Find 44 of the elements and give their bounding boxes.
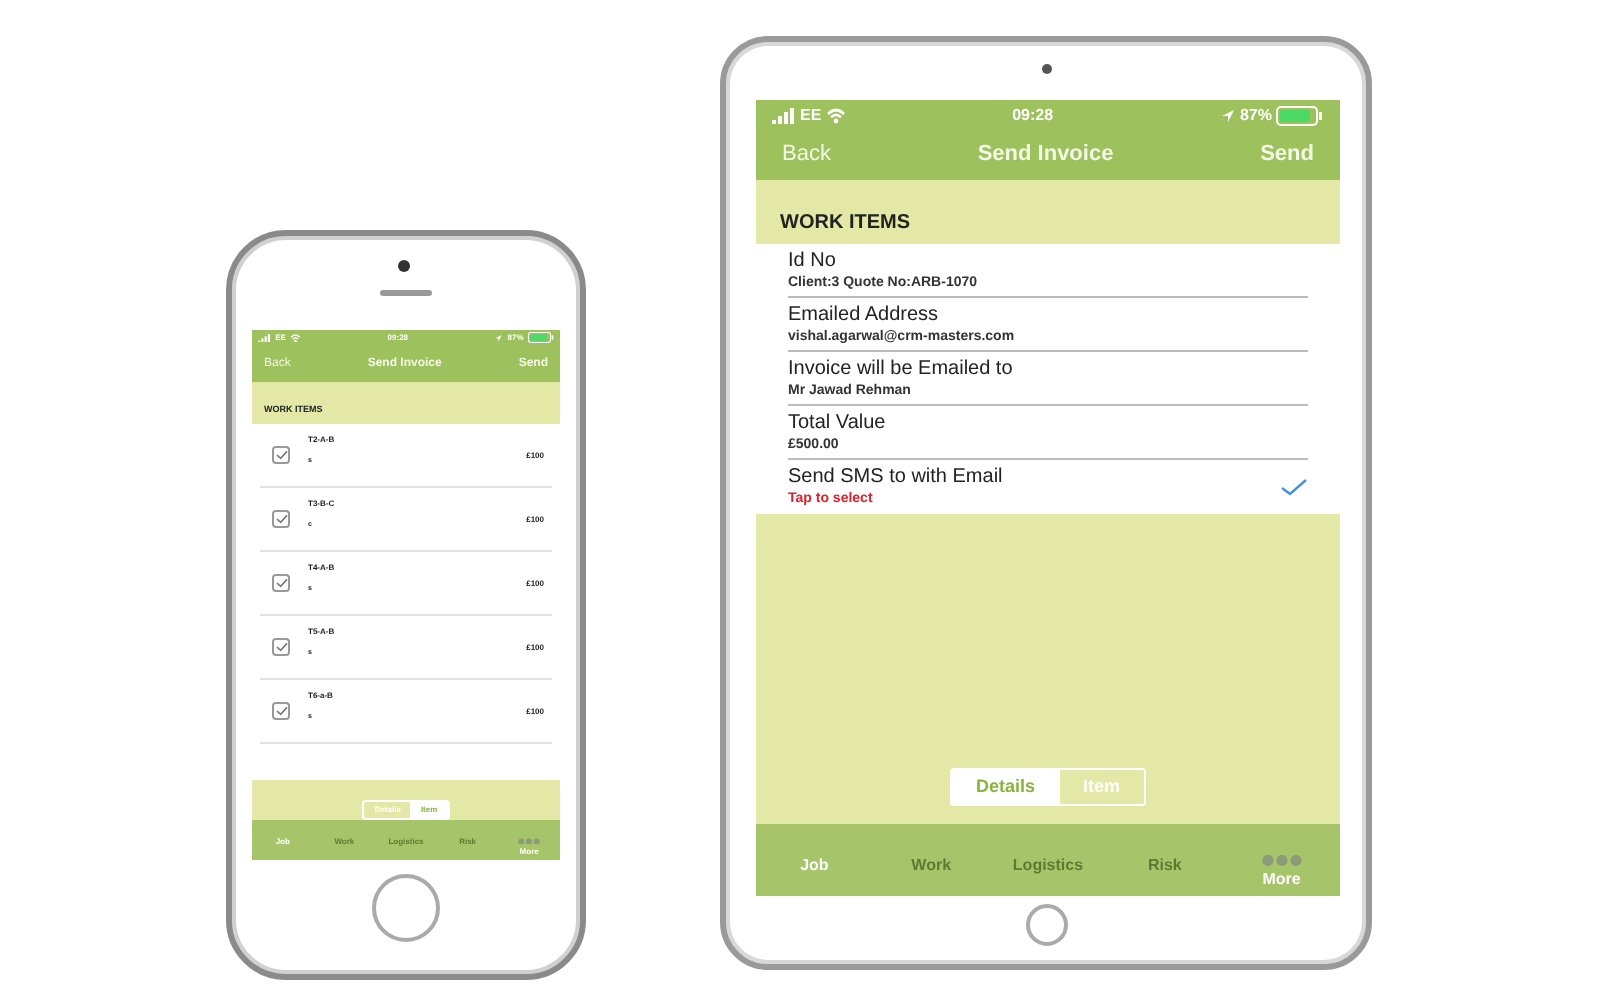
screen-title: Send Invoice xyxy=(977,140,1114,171)
section-heading: WORK ITEMS xyxy=(780,210,910,238)
wifi-icon xyxy=(825,107,846,123)
battery-icon xyxy=(527,332,554,344)
checkmark[interactable] xyxy=(1280,477,1308,497)
checkmark-icon xyxy=(275,450,287,460)
wifi-icon xyxy=(289,333,301,343)
field-label: Emailed Address xyxy=(788,303,941,327)
home-button[interactable] xyxy=(1026,904,1068,946)
signal-icon xyxy=(258,333,272,343)
tab-item[interactable]: Risk xyxy=(1106,824,1224,878)
battery-icon xyxy=(1276,105,1324,125)
checkmark-icon xyxy=(275,706,287,716)
segment-tab[interactable]: Item xyxy=(1059,769,1145,804)
checkbox[interactable] xyxy=(272,510,290,528)
field-label: Id No xyxy=(788,249,838,273)
checkbox[interactable] xyxy=(272,702,290,720)
more-tab[interactable]: More xyxy=(1223,853,1340,896)
field-label: Total Value xyxy=(788,411,888,435)
tab-item[interactable]: Logistics xyxy=(989,824,1107,878)
carrier-name: EE xyxy=(800,103,822,127)
checkmark-icon xyxy=(275,578,287,588)
back-link[interactable]: Back xyxy=(782,138,831,172)
signal-icon xyxy=(772,107,796,123)
field-label: Send SMS to with Email xyxy=(788,466,1005,490)
more-icon xyxy=(518,837,541,845)
checkmark-icon xyxy=(1280,478,1308,496)
checkmark-icon xyxy=(275,642,287,652)
camera-icon xyxy=(1042,64,1052,74)
tab-item[interactable]: Work xyxy=(872,824,990,878)
more-icon xyxy=(1261,853,1302,867)
tab-item[interactable]: Job xyxy=(756,824,873,878)
send-link[interactable]: Send xyxy=(1260,138,1314,172)
checkbox[interactable] xyxy=(272,574,290,592)
location-icon xyxy=(1219,107,1236,123)
checkmark-icon xyxy=(275,514,287,524)
status-time: 09:28 xyxy=(1012,103,1054,127)
segment-tab[interactable]: Details xyxy=(951,769,1059,804)
speaker-icon xyxy=(380,290,432,296)
field-label: Invoice will be Emailed to xyxy=(788,357,1015,381)
checkbox[interactable] xyxy=(272,638,290,656)
home-button[interactable] xyxy=(372,874,440,942)
battery-percent: 87% xyxy=(1239,103,1272,127)
checkbox[interactable] xyxy=(272,446,290,464)
